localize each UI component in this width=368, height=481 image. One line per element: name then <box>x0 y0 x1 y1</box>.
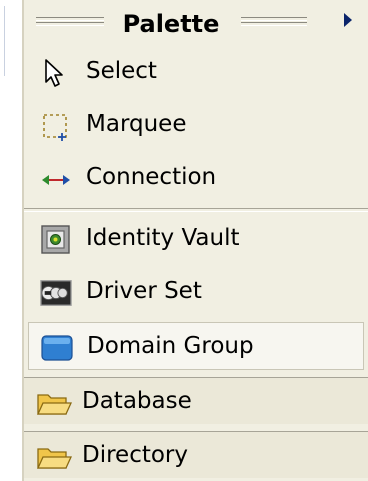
collapse-arrow-icon[interactable] <box>344 13 352 27</box>
header-grip-right <box>241 17 307 27</box>
object-identity-vault[interactable]: Identity Vault <box>28 215 364 263</box>
drawer-directory-label: Directory <box>82 442 189 468</box>
tool-marquee-label: Marquee <box>86 111 187 137</box>
identity-vault-icon <box>41 225 70 254</box>
object-driver-set[interactable]: Driver Set <box>28 268 364 316</box>
tool-select[interactable]: Select <box>28 48 364 96</box>
driver-set-icon <box>40 280 72 306</box>
object-domain-group-label: Domain Group <box>87 333 254 359</box>
tool-marquee[interactable]: Marquee <box>28 101 364 149</box>
arrow-pointer-icon <box>45 59 63 87</box>
folder-icon <box>36 394 72 415</box>
tool-select-label: Select <box>86 58 157 84</box>
object-domain-group[interactable]: Domain Group <box>28 322 364 370</box>
tools-separator <box>24 208 368 212</box>
object-driver-set-label: Driver Set <box>86 278 202 304</box>
folder-icon <box>36 448 72 469</box>
drawer-directory[interactable]: Directory <box>24 431 368 478</box>
domain-group-icon <box>41 335 73 361</box>
header-grip-left <box>36 17 104 27</box>
tool-connection[interactable]: Connection <box>28 154 364 202</box>
connection-icon <box>42 175 70 185</box>
palette-panel: Palette Select Marquee Connection Identi… <box>22 0 368 481</box>
drawer-database-label: Database <box>82 388 192 414</box>
tool-connection-label: Connection <box>86 164 217 190</box>
editor-edge <box>0 0 22 481</box>
palette-header[interactable]: Palette <box>24 0 368 50</box>
object-identity-vault-label: Identity Vault <box>86 225 240 251</box>
marquee-icon <box>43 114 67 141</box>
editor-edge-line <box>4 6 5 76</box>
drawer-database[interactable]: Database <box>24 377 368 424</box>
palette-title: Palette <box>122 10 220 38</box>
